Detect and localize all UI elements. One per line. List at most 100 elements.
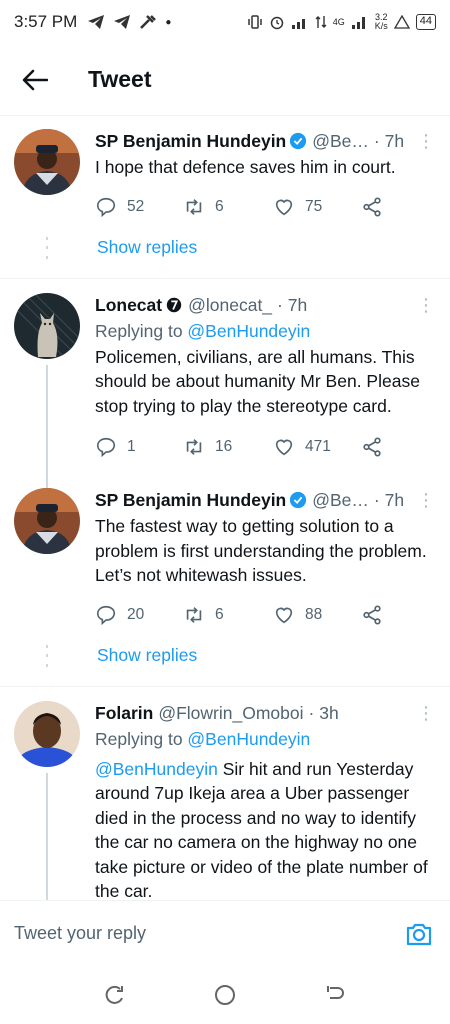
tweet[interactable]: Lonecat @lonecat_ · 7h ⋮ Replying to @Be… — [0, 279, 450, 465]
tweet-text: I hope that defence saves him in court. — [95, 157, 396, 177]
comment-icon — [96, 605, 116, 625]
battery-level: 44 — [415, 14, 436, 30]
author-name[interactable]: Folarin — [95, 701, 153, 725]
tweet-header: Lonecat @lonecat_ · 7h ⋮ — [95, 293, 436, 317]
data-arrows-icon — [315, 16, 327, 28]
more-vertical-icon[interactable]: ⋮ — [416, 701, 436, 725]
tweet-header: SP Benjamin Hundeyin @Be… · 7h ⋮ — [95, 129, 436, 153]
reply-button[interactable]: 1 — [95, 436, 183, 458]
retweet-button[interactable]: 6 — [183, 196, 273, 218]
retweet-count: 6 — [215, 197, 224, 215]
heart-icon — [275, 439, 293, 456]
back-nav-icon — [327, 986, 344, 999]
tweet-time: · 7h — [373, 131, 405, 151]
tweet-actions: 1 16 471 — [95, 430, 436, 464]
author-handle[interactable]: @Be… — [312, 488, 369, 512]
police-officer-avatar — [14, 488, 80, 554]
show-replies-link[interactable]: Show replies — [0, 632, 450, 680]
retweet-button[interactable]: 16 — [183, 436, 273, 458]
like-count: 471 — [305, 438, 331, 455]
avatar[interactable] — [14, 700, 80, 767]
network-type: 4G — [332, 17, 345, 27]
cat-avatar — [14, 292, 80, 359]
more-vertical-icon[interactable]: ⋮ — [416, 129, 436, 153]
author-name[interactable]: SP Benjamin Hundeyin — [95, 129, 286, 153]
reply-count: 1 — [127, 438, 136, 455]
vibrate-icon — [247, 15, 262, 29]
telegram-icon — [114, 15, 131, 29]
arrow-left-icon — [22, 69, 48, 90]
avatar[interactable] — [14, 129, 80, 195]
share-icon — [363, 437, 381, 457]
replying-to: Replying to @BenHundeyin — [95, 728, 311, 749]
share-button[interactable] — [361, 436, 383, 458]
share-button[interactable] — [361, 196, 383, 218]
like-button[interactable]: 75 — [273, 196, 361, 218]
back-nav-button[interactable] — [315, 975, 355, 1015]
back-button[interactable] — [0, 44, 70, 116]
reply-input[interactable]: Tweet your reply — [14, 923, 146, 944]
retweet-icon — [186, 439, 202, 455]
reply-count: 20 — [127, 605, 145, 623]
author-name[interactable]: Lonecat — [95, 293, 162, 317]
retweet-count: 16 — [215, 438, 233, 455]
seven-badge-icon — [166, 297, 182, 312]
share-button[interactable] — [361, 604, 383, 626]
camera-button[interactable] — [402, 917, 436, 951]
tweet-text: The fastest way to getting solution to a… — [95, 516, 427, 585]
avatar[interactable] — [14, 488, 80, 554]
warning-icon — [393, 15, 410, 29]
more-vertical-icon[interactable]: ⋮ — [416, 293, 436, 317]
signal-icon — [291, 19, 305, 29]
author-name[interactable]: SP Benjamin Hundeyin — [95, 488, 286, 512]
tweet-actions: 20 6 88 — [95, 598, 436, 632]
system-navigation-bar — [0, 966, 450, 1024]
comment-icon — [96, 197, 116, 217]
dot-icon: ● — [165, 16, 172, 28]
retweet-button[interactable]: 6 — [183, 604, 273, 626]
mention-link[interactable]: @BenHundeyin — [95, 759, 218, 779]
retweet-icon — [186, 606, 202, 623]
tweet-actions: 52 6 75 — [95, 190, 436, 224]
recents-button[interactable] — [95, 975, 135, 1015]
status-right: 4G 3.2 K/s 44 — [247, 13, 436, 31]
thread-group: Lonecat @lonecat_ · 7h ⋮ Replying to @Be… — [0, 279, 450, 632]
tweet-time: · 7h — [373, 490, 405, 510]
replying-to-link[interactable]: @BenHundeyin — [187, 321, 310, 341]
reply-count: 52 — [127, 197, 145, 215]
status-time: 3:57 PM — [14, 12, 78, 31]
replying-to-link[interactable]: @BenHundeyin — [187, 729, 310, 749]
verified-badge-icon — [290, 491, 307, 509]
show-replies-link[interactable]: Show replies — [0, 224, 450, 272]
tweet[interactable]: SP Benjamin Hundeyin @Be… · 7h ⋮ The fas… — [0, 464, 450, 632]
more-vertical-icon[interactable]: ⋮ — [416, 488, 436, 512]
telegram-icon — [88, 15, 105, 29]
tweet-time: · 7h — [277, 294, 308, 315]
tweet[interactable]: Folarin @Flowrin_Omoboi · 3h ⋮ Replying … — [0, 687, 450, 900]
retweet-icon — [186, 198, 202, 215]
author-handle[interactable]: @Be… — [312, 129, 369, 153]
tweet-header: SP Benjamin Hundeyin @Be… · 7h ⋮ — [95, 488, 436, 512]
tweet-time: · 3h — [308, 702, 339, 723]
share-icon — [363, 196, 381, 217]
like-count: 75 — [305, 197, 323, 215]
signal-icon — [351, 17, 365, 29]
replying-to: Replying to @BenHundeyin — [95, 320, 311, 341]
avatar[interactable] — [14, 292, 80, 359]
notification-icons: ● — [87, 14, 171, 30]
reply-button[interactable]: 52 — [95, 196, 183, 218]
thread-group: Folarin @Flowrin_Omoboi · 3h ⋮ Replying … — [0, 687, 450, 900]
author-handle[interactable]: @Flowrin_Omoboi — [158, 701, 303, 725]
share-icon — [363, 604, 381, 625]
author-handle[interactable]: @lonecat_ — [188, 293, 272, 317]
tweet-header: Folarin @Flowrin_Omoboi · 3h ⋮ — [95, 701, 436, 725]
like-button[interactable]: 88 — [273, 604, 361, 626]
recents-icon — [105, 985, 123, 1004]
like-button[interactable]: 471 — [273, 436, 361, 458]
reply-button[interactable]: 20 — [95, 604, 183, 626]
reply-composer: Tweet your reply — [0, 900, 450, 966]
heart-icon — [275, 607, 293, 623]
thread-dots — [46, 236, 48, 259]
tweet[interactable]: SP Benjamin Hundeyin @Be… · 7h ⋮ I hope … — [0, 117, 450, 224]
home-button[interactable] — [205, 975, 245, 1015]
